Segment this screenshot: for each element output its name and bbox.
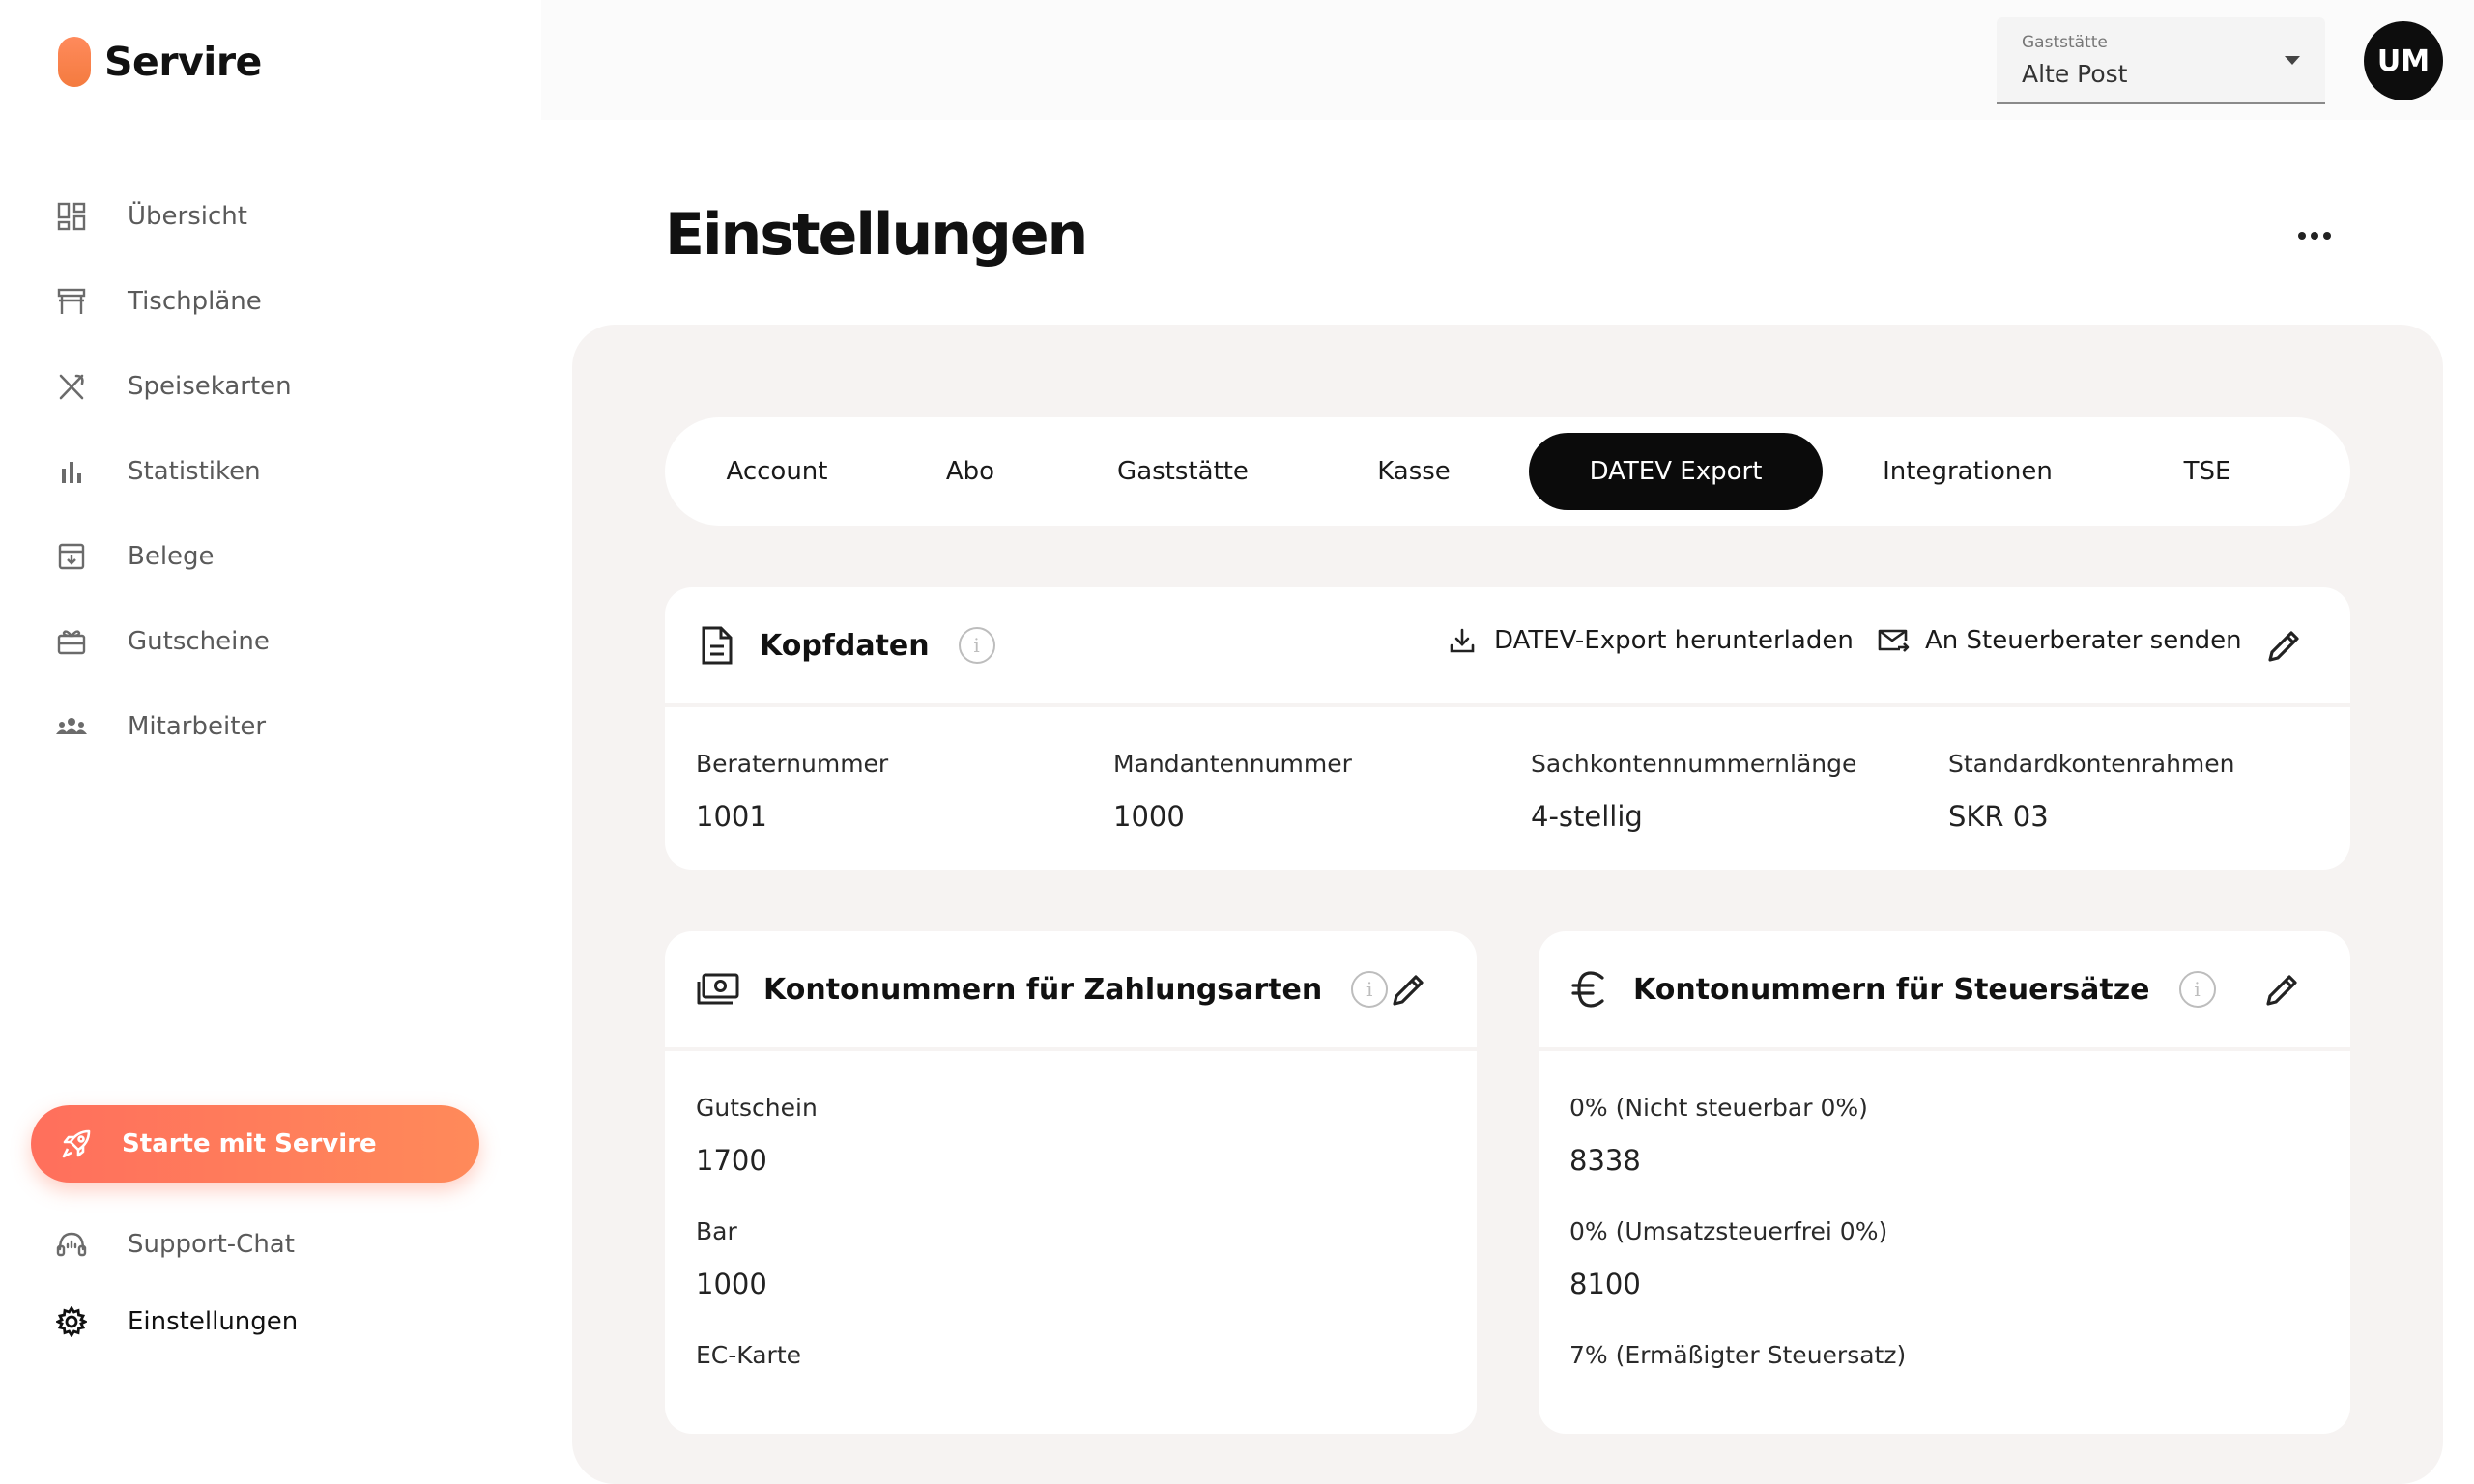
- field-value: SKR 03: [1948, 800, 2049, 833]
- sidebar-item-tischplaene[interactable]: Tischpläne: [0, 259, 541, 344]
- pencil-icon: [1393, 975, 1424, 1006]
- venue-select-value: Alte Post: [2022, 60, 2128, 88]
- cta-label: Starte mit Servire: [122, 1129, 377, 1158]
- start-servire-button[interactable]: Starte mit Servire: [31, 1105, 479, 1183]
- field-value: 1700: [696, 1144, 767, 1177]
- field-label: EC-Karte: [696, 1341, 802, 1369]
- sidebar-item-label: Einstellungen: [128, 1307, 299, 1336]
- field-value: 1001: [696, 800, 767, 833]
- more-dots-icon: [2298, 232, 2306, 240]
- send-to-tax-advisor-label: An Steuerberater senden: [1925, 626, 2242, 655]
- pencil-icon: [2268, 631, 2299, 662]
- logo-mark: [58, 37, 91, 87]
- sidebar-item-label: Speisekarten: [128, 372, 292, 401]
- sidebar: Servire Übersicht Tischpläne Speisekarte…: [0, 0, 541, 1391]
- sidebar-item-label: Statistiken: [128, 457, 261, 486]
- document-icon: [702, 626, 733, 665]
- sidebar-bottom-nav: Support-Chat Einstellungen: [0, 1206, 541, 1360]
- more-dots-icon: [2323, 232, 2331, 240]
- info-icon[interactable]: i: [958, 627, 995, 664]
- tab-kasse[interactable]: Kasse: [1299, 433, 1529, 510]
- mail-send-icon: [1878, 629, 1910, 652]
- zahlungsarten-title: Kontonummern für Zahlungsarten: [763, 972, 1323, 1007]
- sidebar-item-label: Übersicht: [128, 202, 247, 231]
- tab-account[interactable]: Account: [680, 433, 874, 510]
- kopfdaten-card: Kopfdaten i DATEV-Export herunterladen A…: [665, 587, 2350, 870]
- bar-chart-icon: [54, 454, 89, 489]
- page-title: Einstellungen: [665, 201, 1088, 269]
- info-icon[interactable]: i: [2178, 971, 2216, 1008]
- field-label: 0% (Umsatzsteuerfrei 0%): [1569, 1217, 1888, 1245]
- tab-datev-export[interactable]: DATEV Export: [1529, 433, 1823, 510]
- headset-icon: [54, 1227, 89, 1262]
- euro-icon: [1571, 971, 1604, 1008]
- steuersaetze-title: Kontonummern für Steuersätze: [1633, 972, 2150, 1007]
- table-icon: [54, 284, 89, 319]
- venue-select-label: Gaststätte: [2022, 33, 2108, 52]
- steuersaetze-header: Kontonummern für Steuersätze i: [1539, 931, 2350, 1051]
- datev-download-label: DATEV-Export herunterladen: [1494, 626, 1854, 655]
- kopfdaten-header: Kopfdaten i DATEV-Export herunterladen A…: [665, 587, 2350, 707]
- sidebar-item-mitarbeiter[interactable]: Mitarbeiter: [0, 684, 541, 769]
- download-icon: [1450, 628, 1475, 653]
- field-label: Beraternummer: [696, 750, 889, 778]
- caret-down-icon: [2285, 56, 2300, 65]
- tab-gaststaette[interactable]: Gaststätte: [1067, 433, 1299, 510]
- rocket-icon: [62, 1129, 91, 1158]
- sidebar-item-label: Mitarbeiter: [128, 712, 267, 741]
- field-label: Sachkontennummernlänge: [1531, 750, 1857, 778]
- pencil-icon: [2266, 975, 2297, 1006]
- utensils-icon: [54, 369, 89, 404]
- dashboard-grid-icon: [54, 199, 89, 234]
- more-options-button[interactable]: [2290, 216, 2339, 255]
- field-value: 1000: [1113, 800, 1185, 833]
- sidebar-item-speisekarten[interactable]: Speisekarten: [0, 344, 541, 429]
- gear-icon: [54, 1304, 89, 1339]
- sidebar-item-belege[interactable]: Belege: [0, 514, 541, 599]
- brand-name: Servire: [104, 39, 262, 85]
- gift-icon: [54, 624, 89, 659]
- sidebar-item-label: Support-Chat: [128, 1230, 295, 1259]
- field-label: Mandantennummer: [1113, 750, 1352, 778]
- sidebar-item-einstellungen[interactable]: Einstellungen: [0, 1283, 541, 1360]
- sidebar-nav: Übersicht Tischpläne Speisekarten Statis…: [0, 174, 541, 769]
- field-label: Gutschein: [696, 1094, 818, 1122]
- logo[interactable]: Servire: [58, 37, 262, 87]
- tab-abo[interactable]: Abo: [874, 433, 1067, 510]
- sidebar-item-label: Belege: [128, 542, 215, 571]
- steuersaetze-card: Kontonummern für Steuersätze i 0% (Nicht…: [1539, 931, 2350, 1434]
- settings-tabs: Account Abo Gaststätte Kasse DATEV Expor…: [665, 417, 2350, 526]
- more-dots-icon: [2311, 232, 2318, 240]
- info-icon[interactable]: i: [1351, 971, 1389, 1008]
- edit-zahlungsarten-button[interactable]: [1386, 968, 1430, 1013]
- venue-select[interactable]: Gaststätte Alte Post: [1997, 17, 2325, 104]
- sidebar-item-label: Gutscheine: [128, 627, 270, 656]
- send-to-tax-advisor-button[interactable]: An Steuerberater senden: [1877, 626, 2242, 655]
- field-label: Standardkontenrahmen: [1948, 750, 2235, 778]
- kopfdaten-title: Kopfdaten: [760, 628, 930, 663]
- sidebar-item-label: Tischpläne: [128, 287, 262, 316]
- field-label: 7% (Ermäßigter Steuersatz): [1569, 1341, 1907, 1369]
- field-label: Bar: [696, 1217, 737, 1245]
- zahlungsarten-header: Kontonummern für Zahlungsarten i: [665, 931, 1477, 1051]
- field-value: 8100: [1569, 1268, 1641, 1300]
- tab-tse[interactable]: TSE: [2113, 433, 2302, 510]
- sidebar-item-gutscheine[interactable]: Gutscheine: [0, 599, 541, 684]
- receipt-download-icon: [54, 539, 89, 574]
- edit-steuersaetze-button[interactable]: [2259, 968, 2304, 1013]
- sidebar-item-support-chat[interactable]: Support-Chat: [0, 1206, 541, 1283]
- field-value: 8338: [1569, 1144, 1641, 1177]
- cash-icon: [697, 973, 739, 1005]
- edit-kopfdaten-button[interactable]: [2261, 624, 2306, 669]
- sidebar-item-uebersicht[interactable]: Übersicht: [0, 174, 541, 259]
- datev-download-button[interactable]: DATEV-Export herunterladen: [1448, 626, 1854, 655]
- sidebar-item-statistiken[interactable]: Statistiken: [0, 429, 541, 514]
- avatar[interactable]: UM: [2364, 21, 2443, 100]
- field-value: 1000: [696, 1268, 767, 1300]
- field-label: 0% (Nicht steuerbar 0%): [1569, 1094, 1868, 1122]
- field-value: 4-stellig: [1531, 800, 1643, 833]
- tab-integrationen[interactable]: Integrationen: [1823, 433, 2113, 510]
- team-icon: [54, 709, 89, 744]
- zahlungsarten-card: Kontonummern für Zahlungsarten i Gutsche…: [665, 931, 1477, 1434]
